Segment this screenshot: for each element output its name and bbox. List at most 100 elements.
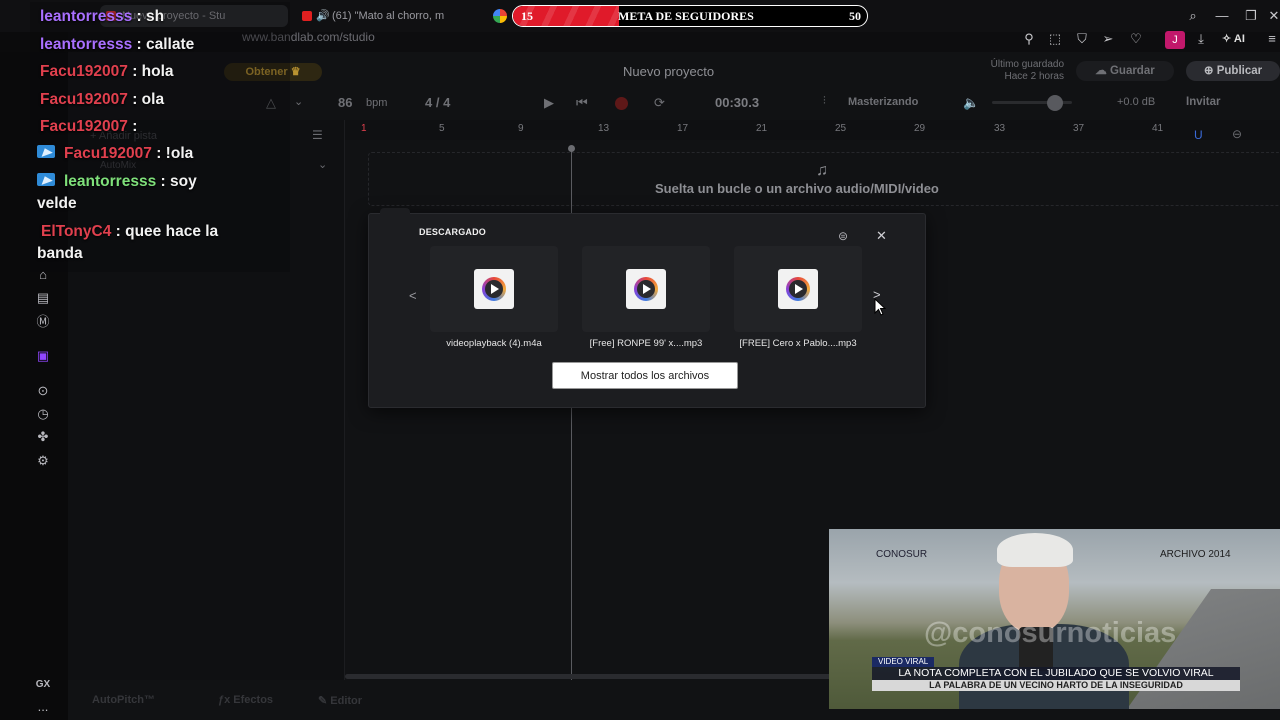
bookmark-icon[interactable]: ⚲: [1021, 31, 1037, 47]
menu-icon[interactable]: ≡: [1264, 31, 1280, 47]
chat-message: leantorresss : soy velde: [37, 171, 277, 215]
chat-text: : sh: [136, 8, 165, 25]
download-icon[interactable]: ⤓: [1193, 31, 1209, 47]
maximize-icon[interactable]: ❐: [1243, 8, 1259, 24]
play-file-icon: [482, 277, 506, 301]
show-all-files-button[interactable]: Mostrar todos los archivos: [552, 362, 738, 389]
chat-message: leantorresss : callate: [40, 34, 194, 56]
chat-text: : quee hace la: [115, 223, 219, 240]
google-icon[interactable]: [493, 9, 507, 23]
extensions-icon[interactable]: ✤: [33, 428, 53, 446]
prev-arrow-icon[interactable]: <: [409, 288, 417, 303]
play-file-icon: [634, 277, 658, 301]
speaker-icon[interactable]: 🔊: [316, 5, 330, 27]
settings-icon[interactable]: ⚙: [33, 452, 53, 470]
drop-hint: Suelta un bucle o un archivo audio/MIDI/…: [655, 181, 939, 196]
news-tag: VIDEO VIRAL: [872, 657, 935, 667]
play-file-icon: [786, 277, 810, 301]
ruler-mark: 9: [518, 123, 524, 134]
gx-icon[interactable]: GX: [33, 676, 53, 694]
close-window-icon[interactable]: ✕: [1266, 8, 1280, 24]
time-display: 00:30.3: [715, 95, 760, 110]
heart-icon[interactable]: ♡: [1128, 31, 1144, 47]
invite-button[interactable]: Invitar: [1186, 96, 1221, 108]
audio-file-icon[interactable]: [778, 269, 818, 309]
ruler-mark: 17: [677, 123, 689, 134]
collapse-icon[interactable]: ⌄: [318, 158, 327, 171]
timeline-ruler[interactable]: [345, 120, 1280, 140]
minimize-icon[interactable]: —: [1214, 8, 1230, 24]
twitch-icon[interactable]: ▣: [33, 347, 53, 365]
gain-value: +0.0 dB: [1117, 96, 1156, 108]
close-icon[interactable]: ✕: [876, 228, 887, 244]
mixer-icon[interactable]: ⫶: [823, 95, 826, 108]
volume-icon[interactable]: 🔈: [963, 95, 979, 111]
download-filename[interactable]: [FREE] Cero x Pablo....mp3: [723, 338, 873, 349]
downloads-settings-icon[interactable]: ⊜: [838, 229, 848, 243]
chat-message: ElTonyC4 : quee hace la banda: [37, 221, 287, 265]
profile-avatar[interactable]: J: [1165, 31, 1185, 49]
effects-button[interactable]: ƒx Efectos: [218, 694, 273, 706]
download-filename[interactable]: [Free] RONPE 99' x....mp3: [571, 338, 721, 349]
music-note-icon: ♫: [816, 162, 828, 179]
history-icon[interactable]: ◷: [33, 405, 53, 423]
send-icon[interactable]: ➢: [1100, 31, 1116, 47]
cloud-icon: ☁: [1095, 65, 1107, 77]
chat-message: Facu192007 : ola: [40, 89, 164, 111]
chat-badge-icon: [37, 145, 55, 159]
publish-button[interactable]: ⊕ Publicar: [1186, 61, 1280, 81]
panel-tab: [380, 208, 410, 216]
record-icon[interactable]: [615, 97, 628, 110]
chevron-down-icon[interactable]: ⌄: [294, 95, 303, 108]
audio-file-icon[interactable]: [474, 269, 514, 309]
chat-text: : hola: [132, 63, 174, 80]
loop-icon[interactable]: ⟳: [654, 95, 665, 111]
chat-message: leantorresss : sh: [40, 6, 164, 28]
player-icon[interactable]: ⊙: [33, 382, 53, 400]
playhead-handle[interactable]: [568, 145, 575, 152]
ai-button[interactable]: ✧ AI: [1222, 32, 1245, 45]
ruler-mark: 41: [1152, 123, 1164, 134]
news-video-overlay[interactable]: CONOSUR ARCHIVO 2014 @conosurnoticias VI…: [829, 529, 1280, 709]
volume-knob[interactable]: [1047, 95, 1063, 111]
download-filename[interactable]: videoplayback (4).m4a: [419, 338, 569, 349]
save-button[interactable]: ☁ Guardar: [1076, 61, 1174, 81]
follower-goal-bar: 15 META DE SEGUIDORES 50: [512, 5, 868, 27]
ruler-mark: 5: [439, 123, 445, 134]
ruler-mark: 13: [598, 123, 610, 134]
track-settings-icon[interactable]: ☰: [312, 128, 323, 142]
person-hair: [997, 533, 1073, 567]
ruler-mark: 25: [835, 123, 847, 134]
downloads-title: DESCARGADO: [419, 227, 487, 237]
play-icon[interactable]: ▶: [544, 95, 554, 111]
news-icon[interactable]: ▤: [33, 289, 53, 307]
editor-button[interactable]: ✎ Editor: [318, 694, 362, 707]
screenshot-icon[interactable]: ⬚: [1047, 31, 1063, 47]
zoom-icon[interactable]: ⊖: [1232, 127, 1242, 141]
goal-current: 15: [521, 9, 533, 23]
chat-username: ElTonyC4: [41, 223, 112, 240]
goal-label: META DE SEGUIDORES: [618, 9, 754, 23]
archive-label: ARCHIVO 2014: [1160, 549, 1231, 560]
mastering-label[interactable]: Masterizando: [848, 96, 918, 108]
time-signature[interactable]: 4 / 4: [425, 95, 450, 110]
messenger-icon[interactable]: Ⓜ: [33, 313, 53, 331]
rewind-icon[interactable]: ⏮: [576, 95, 588, 111]
horizontal-scrollbar[interactable]: [345, 674, 865, 679]
autopitch-button[interactable]: AutoPitch™: [92, 694, 155, 706]
bpm-value[interactable]: 86: [338, 95, 352, 110]
bpm-unit: bpm: [366, 97, 388, 109]
more-icon[interactable]: ...: [33, 698, 53, 716]
search-icon[interactable]: ⌕: [1185, 8, 1201, 24]
shield-icon[interactable]: ⛉: [1074, 31, 1090, 47]
audio-file-icon[interactable]: [626, 269, 666, 309]
mouse-cursor-icon: [874, 298, 886, 316]
magnet-icon[interactable]: U: [1194, 128, 1203, 142]
project-title[interactable]: Nuevo proyecto: [623, 64, 714, 79]
chat-text: :: [132, 118, 138, 135]
tab-youtube[interactable]: 🔊 (61) "Mato al chorro, m: [296, 5, 472, 27]
chat-text: : callate: [136, 36, 195, 53]
chat-text: : soy: [160, 173, 197, 190]
ruler-mark: 33: [994, 123, 1006, 134]
chat-text: velde: [37, 195, 77, 212]
